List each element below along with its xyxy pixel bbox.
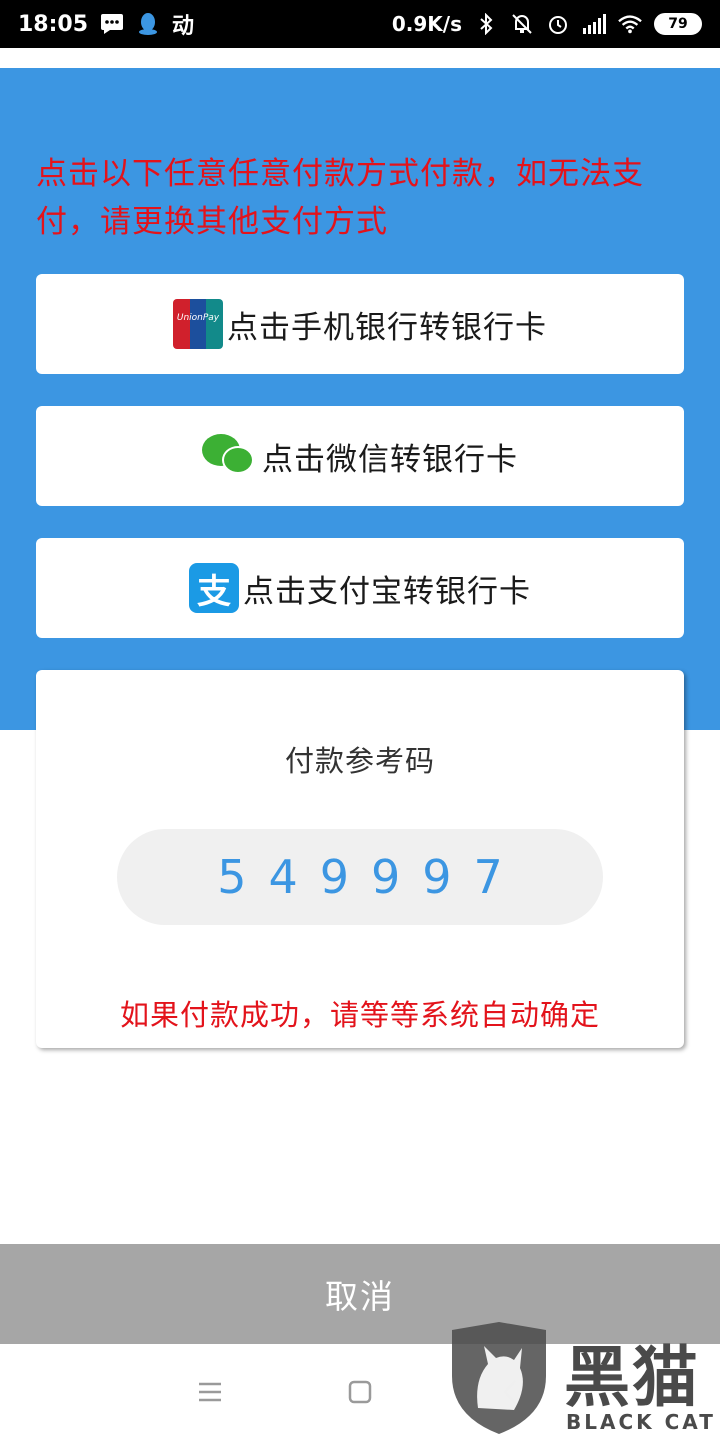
wechat-transfer-label: 点击微信转银行卡 <box>262 441 518 478</box>
wechat-icon <box>202 432 258 480</box>
watermark-brand-cn: 黑猫 <box>564 1339 700 1416</box>
unionpay-icon: UnionPay <box>173 299 223 349</box>
payment-success-hint: 如果付款成功，请等等系统自动确定 <box>119 998 600 1032</box>
status-bar: 18:05 动 0.9K/s 79 <box>0 0 720 48</box>
signal-icon <box>582 12 606 36</box>
network-speed: 0.9K/s <box>391 12 462 36</box>
qq-penguin-icon <box>136 12 160 36</box>
alipay-transfer-button[interactable]: 支 点击支付宝转银行卡 <box>36 538 684 638</box>
message-icon <box>100 12 124 36</box>
top-strip <box>0 48 720 68</box>
alarm-icon <box>546 12 570 36</box>
bluetooth-icon <box>474 12 498 36</box>
reference-code-card: 付款参考码 549997 如果付款成功，请等等系统自动确定 <box>36 670 684 1048</box>
wifi-icon <box>618 12 642 36</box>
black-cat-watermark: 黑猫 BLACK CAT <box>448 1320 720 1440</box>
home-icon[interactable] <box>340 1372 380 1412</box>
reference-code-value: 549997 <box>217 850 525 904</box>
bank-transfer-label: 点击手机银行转银行卡 <box>227 309 547 346</box>
reference-code-box: 549997 <box>117 829 603 925</box>
payment-screen: 18:05 动 0.9K/s 79 点击以下任意任意付款方式付款，如无法支付，请… <box>0 0 720 1440</box>
battery-icon: 79 <box>654 13 702 35</box>
app-notification-icon: 动 <box>172 14 195 39</box>
cancel-label: 取消 <box>325 1277 395 1316</box>
status-bar-left: 18:05 动 <box>18 8 194 40</box>
wechat-transfer-button[interactable]: 点击微信转银行卡 <box>36 406 684 506</box>
reference-code-title: 付款参考码 <box>284 744 435 778</box>
status-time: 18:05 <box>18 11 89 37</box>
menu-icon[interactable] <box>190 1372 230 1412</box>
status-bar-right: 0.9K/s 79 <box>392 12 702 36</box>
black-cat-logo-icon <box>452 1322 546 1434</box>
alipay-transfer-label: 点击支付宝转银行卡 <box>243 573 531 610</box>
payment-notice: 点击以下任意任意付款方式付款，如无法支付，请更换其他支付方式 <box>36 156 644 240</box>
watermark-brand-en: BLACK CAT <box>566 1410 716 1434</box>
alipay-icon: 支 <box>189 563 239 613</box>
mute-icon <box>510 12 534 36</box>
bank-transfer-button[interactable]: UnionPay 点击手机银行转银行卡 <box>36 274 684 374</box>
